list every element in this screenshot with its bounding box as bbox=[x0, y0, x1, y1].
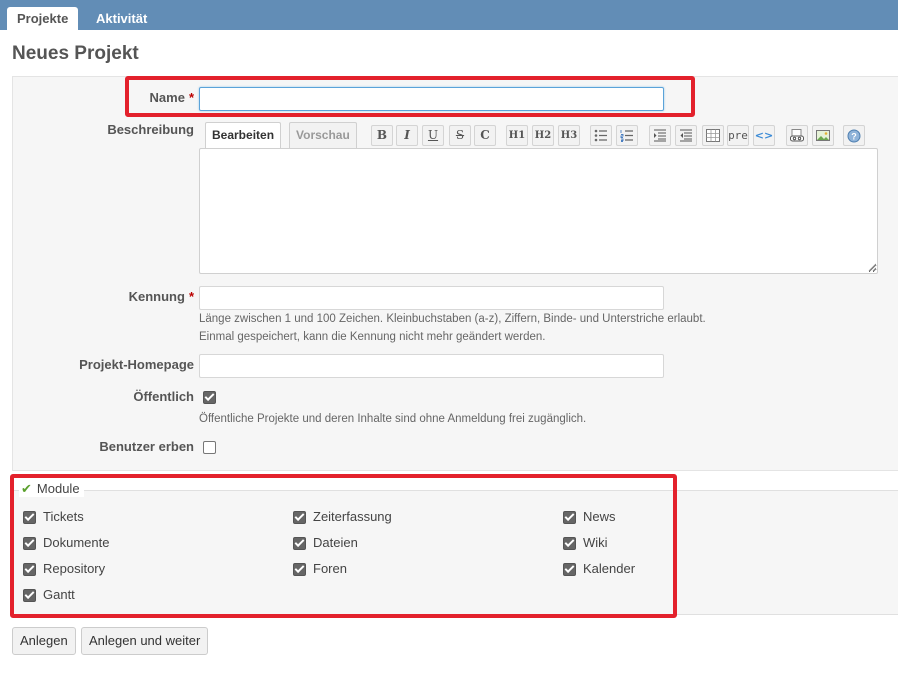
editor-tab-preview[interactable]: Vorschau bbox=[289, 122, 357, 149]
module-checkbox-calendar[interactable] bbox=[563, 563, 576, 576]
module-label: Wiki bbox=[583, 535, 608, 550]
resize-grip-icon[interactable] bbox=[868, 263, 876, 271]
module-checkbox-repository[interactable] bbox=[23, 563, 36, 576]
table-icon[interactable] bbox=[702, 125, 724, 146]
public-hint: Öffentliche Projekte und deren Inhalte s… bbox=[199, 413, 587, 425]
inherit-members-label: Benutzer erben bbox=[99, 439, 194, 454]
underline-icon[interactable]: U bbox=[422, 125, 444, 146]
description-textarea[interactable] bbox=[199, 148, 878, 274]
module-label: Kalender bbox=[583, 561, 636, 576]
module-label: Dateien bbox=[313, 535, 358, 550]
module-label: Dokumente bbox=[43, 535, 110, 550]
identifier-hint-1: Länge zwischen 1 und 100 Zeichen. Kleinb… bbox=[199, 313, 706, 325]
italic-icon[interactable]: I bbox=[396, 125, 418, 146]
checkmark-icon: ✔ bbox=[21, 481, 32, 496]
help-icon[interactable]: ? bbox=[843, 125, 865, 146]
module-checkbox-news[interactable] bbox=[563, 511, 576, 524]
main-menu-bar: Projekte Aktivität bbox=[0, 0, 898, 30]
name-input[interactable] bbox=[199, 87, 664, 111]
module-checkbox-documents[interactable] bbox=[23, 537, 36, 550]
wiki-link-icon[interactable] bbox=[786, 125, 808, 146]
bullet-list-icon[interactable] bbox=[590, 125, 612, 146]
create-and-continue-button[interactable]: Anlegen und weiter bbox=[81, 627, 209, 655]
public-checkbox[interactable] bbox=[203, 391, 216, 404]
homepage-input[interactable] bbox=[199, 354, 664, 378]
module-label: Foren bbox=[313, 561, 347, 576]
module-label: Zeiterfassung bbox=[313, 509, 392, 524]
editor-tab-edit[interactable]: Bearbeiten bbox=[205, 122, 282, 149]
inline-code-icon[interactable]: C bbox=[474, 125, 496, 146]
preformatted-icon[interactable]: pre bbox=[727, 125, 749, 146]
module-checkbox-files[interactable] bbox=[293, 537, 306, 550]
module-checkbox-forums[interactable] bbox=[293, 563, 306, 576]
code-highlight-icon[interactable]: <> bbox=[753, 125, 775, 146]
modules-fieldset bbox=[12, 490, 898, 615]
required-mark: * bbox=[188, 289, 194, 304]
module-label: Repository bbox=[43, 561, 106, 576]
description-label: Beschreibung bbox=[107, 122, 194, 137]
identifier-label: Kennung * bbox=[128, 289, 194, 304]
modules-legend[interactable]: ✔ Module bbox=[19, 481, 84, 497]
identifier-input[interactable] bbox=[199, 286, 664, 310]
heading1-icon[interactable]: H1 bbox=[506, 125, 528, 146]
module-checkbox-gantt[interactable] bbox=[23, 589, 36, 602]
module-label: News bbox=[583, 509, 616, 524]
module-checkbox-tickets[interactable] bbox=[23, 511, 36, 524]
heading2-icon[interactable]: H2 bbox=[532, 125, 554, 146]
unquote-icon[interactable] bbox=[675, 125, 697, 146]
heading3-icon[interactable]: H3 bbox=[558, 125, 580, 146]
create-button[interactable]: Anlegen bbox=[12, 627, 76, 655]
module-label: Tickets bbox=[43, 509, 84, 524]
required-mark: * bbox=[188, 90, 194, 105]
numbered-list-icon[interactable] bbox=[616, 125, 638, 146]
module-checkbox-wiki[interactable] bbox=[563, 537, 576, 550]
tab-activity[interactable]: Aktivität bbox=[86, 7, 157, 30]
tab-projects[interactable]: Projekte bbox=[7, 7, 79, 30]
page-title: Neues Projekt bbox=[12, 43, 139, 64]
help-glyph: ? bbox=[851, 132, 857, 142]
identifier-hint-2: Einmal gespeichert, kann die Kennung nic… bbox=[199, 331, 546, 343]
module-checkbox-time-tracking[interactable] bbox=[293, 511, 306, 524]
image-icon[interactable] bbox=[812, 125, 834, 146]
quote-icon[interactable] bbox=[649, 125, 671, 146]
strikethrough-icon[interactable]: S bbox=[449, 125, 471, 146]
name-label: Name * bbox=[149, 90, 194, 105]
inherit-members-checkbox[interactable] bbox=[203, 441, 216, 454]
homepage-label: Projekt-Homepage bbox=[79, 357, 194, 372]
public-label: Öffentlich bbox=[133, 389, 194, 404]
module-label: Gantt bbox=[43, 587, 75, 602]
bold-icon[interactable]: B bbox=[371, 125, 393, 146]
